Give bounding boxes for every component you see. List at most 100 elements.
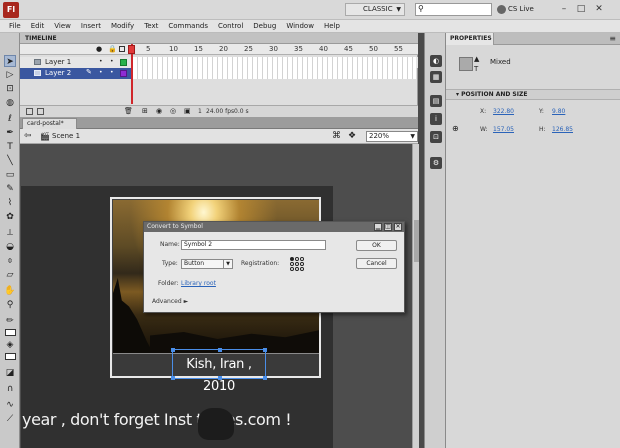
menu-debug[interactable]: Debug (248, 20, 281, 32)
x-value[interactable]: 322.80 (493, 107, 514, 117)
position-size-section[interactable]: ▾ POSITION AND SIZE (446, 89, 620, 100)
back-arrow-icon[interactable]: ⇦ (24, 131, 32, 142)
bottom-banner-text[interactable]: year , don't forget Inst tables.com ! (22, 405, 332, 435)
eyedropper-tool-icon[interactable]: ⌽ (4, 255, 16, 267)
visibility-dot-icon[interactable]: • (99, 69, 103, 76)
maximize-button[interactable]: □ (575, 4, 587, 15)
visibility-dot-icon[interactable]: • (99, 58, 103, 65)
onion-skin-icon[interactable]: ◉ (156, 106, 162, 117)
vertical-scrollbar[interactable] (412, 144, 419, 448)
registration-point[interactable] (290, 257, 294, 261)
panel-menu-icon[interactable]: ≡ (609, 33, 616, 45)
cs-live-button[interactable]: CS Live (497, 3, 534, 16)
edit-scene-icon[interactable]: ⌘ (332, 131, 341, 142)
outline-icon[interactable] (119, 46, 125, 52)
advanced-toggle[interactable]: Advanced ► (152, 297, 188, 307)
registration-point[interactable] (290, 262, 294, 266)
edit-multiple-icon[interactable]: ▣ (184, 106, 191, 117)
trash-icon[interactable]: 🗑 (124, 106, 133, 117)
selection-tool-icon[interactable]: ➤ (4, 55, 16, 67)
properties-tab[interactable]: PROPERTIES (446, 33, 494, 45)
document-tab[interactable]: card-postal* (22, 118, 77, 129)
black-white-icon[interactable]: ◪ (4, 367, 16, 379)
timeline-tab[interactable]: TIMELINE (20, 33, 418, 44)
snap-to-objects-icon[interactable]: ∩ (4, 383, 16, 395)
3d-rotation-tool-icon[interactable]: ◍ (4, 97, 16, 109)
minimize-button[interactable]: – (558, 4, 570, 15)
deco-tool-icon[interactable]: ✿ (4, 211, 16, 223)
new-folder-icon[interactable] (37, 108, 44, 115)
stroke-color-icon[interactable]: ✏ (4, 315, 16, 327)
bone-tool-icon[interactable]: ⟂ (4, 227, 16, 239)
registration-point[interactable] (300, 262, 304, 266)
transform-handle[interactable] (171, 376, 175, 380)
text-tool-icon[interactable]: T (4, 141, 16, 153)
close-button[interactable]: ✕ (593, 4, 605, 15)
caption-text[interactable]: Kish, Iran , 2010 (172, 354, 266, 394)
info-panel-icon[interactable]: i (430, 113, 442, 125)
layer-row[interactable]: Layer 2 ✎ • • (20, 68, 418, 79)
transform-handle[interactable] (263, 376, 267, 380)
lock-dot-icon[interactable]: • (110, 69, 114, 76)
symbol-name-input[interactable]: Symbol 2 (181, 240, 326, 250)
dialog-restore-button[interactable]: ◫ (384, 223, 392, 231)
menu-insert[interactable]: Insert (76, 20, 106, 32)
pencil-tool-icon[interactable]: ✎ (4, 183, 16, 195)
color-panel-icon[interactable]: ◐ (430, 55, 442, 67)
menu-file[interactable]: File (0, 20, 26, 32)
scene-label[interactable]: Scene 1 (52, 129, 80, 144)
outline-color-swatch[interactable] (120, 59, 127, 66)
registration-point[interactable] (300, 257, 304, 261)
frame-cells[interactable] (132, 68, 416, 79)
paint-bucket-tool-icon[interactable]: ◒ (4, 241, 16, 253)
registration-point[interactable] (300, 267, 304, 271)
swatches-panel-icon[interactable]: ▦ (430, 71, 442, 83)
transform-panel-icon[interactable]: ⊡ (430, 131, 442, 143)
frame-ruler[interactable]: ● 🔒 1 5 10 15 20 25 30 35 40 45 50 55 (20, 44, 418, 55)
pen-tool-icon[interactable]: ✒ (4, 127, 16, 139)
stroke-swatch[interactable] (5, 329, 16, 336)
cancel-button[interactable]: Cancel (356, 258, 397, 269)
symbol-type-select[interactable]: Button ▼ (181, 259, 233, 269)
link-proportions-icon[interactable]: ⊕ (452, 124, 459, 133)
scrollbar-thumb[interactable] (414, 220, 419, 262)
registration-grid[interactable] (290, 257, 304, 271)
edit-symbols-icon[interactable]: ❖ (348, 131, 356, 142)
lock-icon[interactable]: 🔒 (108, 45, 117, 53)
line-tool-icon[interactable]: ╲ (4, 155, 16, 167)
workspace-switcher[interactable]: CLASSIC ▼ (345, 3, 405, 16)
playhead-handle[interactable] (128, 45, 135, 54)
menu-edit[interactable]: Edit (26, 20, 50, 32)
eraser-tool-icon[interactable]: ▱ (4, 269, 16, 281)
onion-outline-icon[interactable]: ◎ (170, 106, 176, 117)
registration-point[interactable] (290, 267, 294, 271)
dialog-close-button[interactable]: ✕ (394, 223, 402, 231)
folder-link[interactable]: Library root (181, 279, 216, 289)
dialog-minimize-button[interactable]: ▁ (374, 223, 382, 231)
outline-color-swatch[interactable] (120, 70, 127, 77)
transform-handle[interactable] (171, 348, 175, 352)
menu-modify[interactable]: Modify (106, 20, 139, 32)
straighten-icon[interactable]: ⟋ (4, 413, 16, 425)
lock-dot-icon[interactable]: • (110, 58, 114, 65)
subselection-tool-icon[interactable]: ▷ (4, 69, 16, 81)
menu-window[interactable]: Window (281, 20, 319, 32)
registration-point[interactable] (295, 262, 299, 266)
menu-help[interactable]: Help (319, 20, 345, 32)
lasso-tool-icon[interactable]: ℓ (4, 113, 16, 125)
help-search-input[interactable]: ⚲ (415, 3, 492, 16)
h-value[interactable]: 126.85 (552, 125, 573, 135)
zoom-tool-icon[interactable]: ⚲ (4, 299, 16, 311)
components-panel-icon[interactable]: ⚙ (430, 157, 442, 169)
registration-point[interactable] (295, 267, 299, 271)
ok-button[interactable]: OK (356, 240, 397, 251)
menu-view[interactable]: View (49, 20, 76, 32)
transform-handle[interactable] (218, 348, 222, 352)
rectangle-tool-icon[interactable]: ▭ (4, 169, 16, 181)
hand-tool-icon[interactable]: ✋ (4, 285, 16, 297)
fill-color-icon[interactable]: ◈ (4, 339, 16, 351)
eye-icon[interactable]: ● (96, 45, 102, 53)
brush-tool-icon[interactable]: ⌇ (4, 197, 16, 209)
y-value[interactable]: 9.80 (552, 107, 565, 117)
center-frame-icon[interactable]: ⊞ (142, 106, 148, 117)
